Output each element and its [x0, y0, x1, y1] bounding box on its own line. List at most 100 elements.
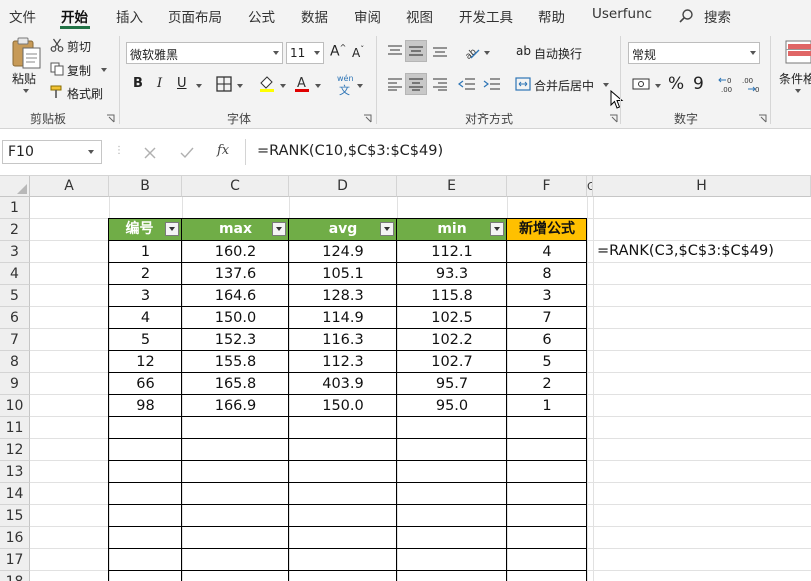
cell-id[interactable]: 5	[109, 329, 182, 351]
name-box-dropdown-icon[interactable]	[88, 150, 94, 154]
filter-dropdown-min[interactable]	[490, 222, 504, 236]
clipboard-dialog-launcher-icon[interactable]	[106, 114, 115, 123]
copy-icon[interactable]	[50, 62, 64, 76]
row-header-2[interactable]: 2	[0, 219, 30, 241]
cell-min[interactable]: 93.3	[397, 263, 507, 285]
filter-dropdown-id[interactable]	[165, 222, 179, 236]
row-header-13[interactable]: 13	[0, 461, 30, 483]
cell-id[interactable]: 12	[109, 351, 182, 373]
column-header-b[interactable]: B	[109, 176, 182, 197]
cell-max[interactable]: 164.6	[182, 285, 289, 307]
borders-dropdown-icon[interactable]	[237, 84, 243, 88]
cell-avg[interactable]: 124.9	[289, 241, 397, 263]
column-header-e[interactable]: E	[397, 176, 507, 197]
borders-icon[interactable]	[216, 76, 232, 92]
merge-center-dropdown-icon[interactable]	[603, 83, 609, 87]
number-dialog-launcher-icon[interactable]	[758, 114, 767, 123]
tab-view[interactable]: 视图	[406, 6, 433, 26]
row-header-8[interactable]: 8	[0, 351, 30, 373]
row-header-1[interactable]: 1	[0, 197, 30, 219]
cell-rank[interactable]: 1	[507, 395, 587, 417]
font-color-icon[interactable]: A	[294, 74, 310, 92]
merge-center-icon[interactable]	[515, 76, 531, 92]
align-right-icon[interactable]	[432, 77, 448, 91]
underline-button[interactable]: U	[177, 76, 187, 91]
insert-function-button[interactable]: fx	[217, 143, 229, 158]
cell-avg[interactable]: 114.9	[289, 307, 397, 329]
cell-rank[interactable]: 6	[507, 329, 587, 351]
row-header-10[interactable]: 10	[0, 395, 30, 417]
row-header-11[interactable]: 11	[0, 417, 30, 439]
search-label[interactable]: 搜索	[704, 6, 731, 26]
number-format-combobox[interactable]: 常规	[628, 42, 760, 64]
tab-developer[interactable]: 开发工具	[459, 6, 513, 26]
cell-max[interactable]: 137.6	[182, 263, 289, 285]
search-icon[interactable]	[678, 8, 694, 24]
filter-dropdown-max[interactable]	[272, 222, 286, 236]
paste-icon[interactable]	[10, 36, 44, 70]
cell-avg[interactable]: 150.0	[289, 395, 397, 417]
cell-rank[interactable]: 3	[507, 285, 587, 307]
cell-id[interactable]: 1	[109, 241, 182, 263]
cell-max[interactable]: 166.9	[182, 395, 289, 417]
row-header-3[interactable]: 3	[0, 241, 30, 263]
cell-min[interactable]: 115.8	[397, 285, 507, 307]
cell-avg[interactable]: 403.9	[289, 373, 397, 395]
font-size-dropdown-icon[interactable]	[314, 51, 320, 55]
cell-rank[interactable]: 7	[507, 307, 587, 329]
column-header-f[interactable]: F	[507, 176, 587, 197]
row-header-9[interactable]: 9	[0, 373, 30, 395]
increase-decimal-icon[interactable]: 0 .00	[718, 74, 738, 94]
align-center-icon[interactable]	[408, 77, 424, 91]
cell-id[interactable]: 2	[109, 263, 182, 285]
tab-review[interactable]: 审阅	[354, 6, 381, 26]
cell-min[interactable]: 102.2	[397, 329, 507, 351]
conditional-formatting-icon[interactable]	[783, 38, 811, 66]
decrease-indent-icon[interactable]	[458, 77, 476, 91]
cell-min[interactable]: 102.7	[397, 351, 507, 373]
cell-id[interactable]: 4	[109, 307, 182, 329]
font-dialog-launcher-icon[interactable]	[363, 114, 372, 123]
tab-insert[interactable]: 插入	[116, 6, 143, 26]
number-format-dropdown-icon[interactable]	[750, 51, 756, 55]
conditional-formatting-dropdown-icon[interactable]	[795, 89, 801, 93]
tab-formulas[interactable]: 公式	[248, 6, 275, 26]
underline-dropdown-icon[interactable]	[196, 84, 202, 88]
merge-center-button[interactable]: 合并后居中	[534, 77, 594, 94]
row-header-6[interactable]: 6	[0, 307, 30, 329]
format-painter-icon[interactable]	[50, 85, 64, 99]
cell-h3-formula-text[interactable]: =RANK(C3,$C$3:$C$49)	[597, 240, 774, 262]
align-left-icon[interactable]	[387, 77, 403, 91]
wrap-text-icon[interactable]: ab	[516, 44, 531, 58]
tab-userfunc[interactable]: Userfunc	[592, 6, 652, 22]
top-align-icon[interactable]	[387, 44, 403, 58]
orientation-dropdown-icon[interactable]	[484, 51, 490, 55]
alignment-dialog-launcher-icon[interactable]	[609, 114, 618, 123]
cell-max[interactable]: 155.8	[182, 351, 289, 373]
cut-button[interactable]: 剪切	[67, 38, 91, 55]
select-all-corner[interactable]	[0, 176, 30, 197]
increase-font-size-icon[interactable]: A^	[330, 43, 346, 60]
font-name-dropdown-icon[interactable]	[273, 51, 279, 55]
cancel-entry-icon[interactable]	[143, 146, 157, 160]
wrap-text-button[interactable]: 自动换行	[534, 45, 582, 62]
percent-style-button[interactable]: %	[668, 74, 684, 94]
cell-max[interactable]: 165.8	[182, 373, 289, 395]
fill-color-icon[interactable]	[258, 74, 276, 92]
cell-min[interactable]: 95.0	[397, 395, 507, 417]
cell-avg[interactable]: 128.3	[289, 285, 397, 307]
currency-format-icon[interactable]	[632, 77, 652, 91]
bold-button[interactable]: B	[133, 76, 143, 91]
font-name-combobox[interactable]: 微软雅黑	[126, 42, 283, 64]
row-header-15[interactable]: 15	[0, 505, 30, 527]
tab-home[interactable]: 开始	[61, 6, 88, 26]
decrease-font-size-icon[interactable]: Aˇ	[352, 45, 364, 60]
cell-rank[interactable]: 5	[507, 351, 587, 373]
phonetic-dropdown-icon[interactable]	[357, 84, 363, 88]
row-header-12[interactable]: 12	[0, 439, 30, 461]
row-header-14[interactable]: 14	[0, 483, 30, 505]
cell-min[interactable]: 102.5	[397, 307, 507, 329]
cell-rank[interactable]: 4	[507, 241, 587, 263]
bottom-align-icon[interactable]	[432, 44, 448, 58]
row-header-16[interactable]: 16	[0, 527, 30, 549]
